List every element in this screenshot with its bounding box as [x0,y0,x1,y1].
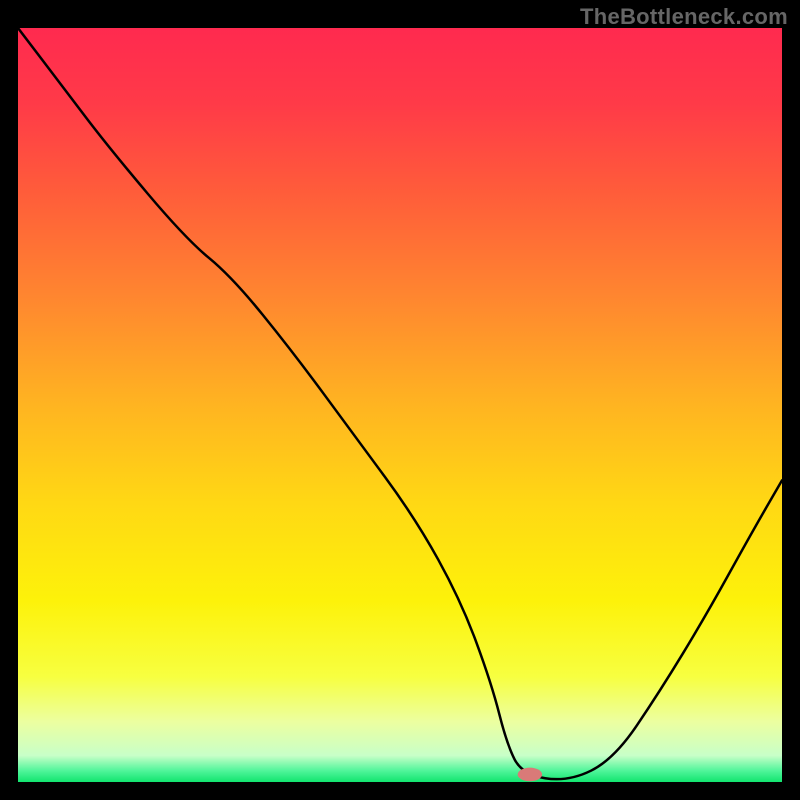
plot-area [18,28,782,782]
optimum-marker [518,768,542,782]
plot-background [18,28,782,782]
chart-frame: TheBottleneck.com [0,0,800,800]
chart-svg [18,28,782,782]
watermark-label: TheBottleneck.com [580,4,788,30]
